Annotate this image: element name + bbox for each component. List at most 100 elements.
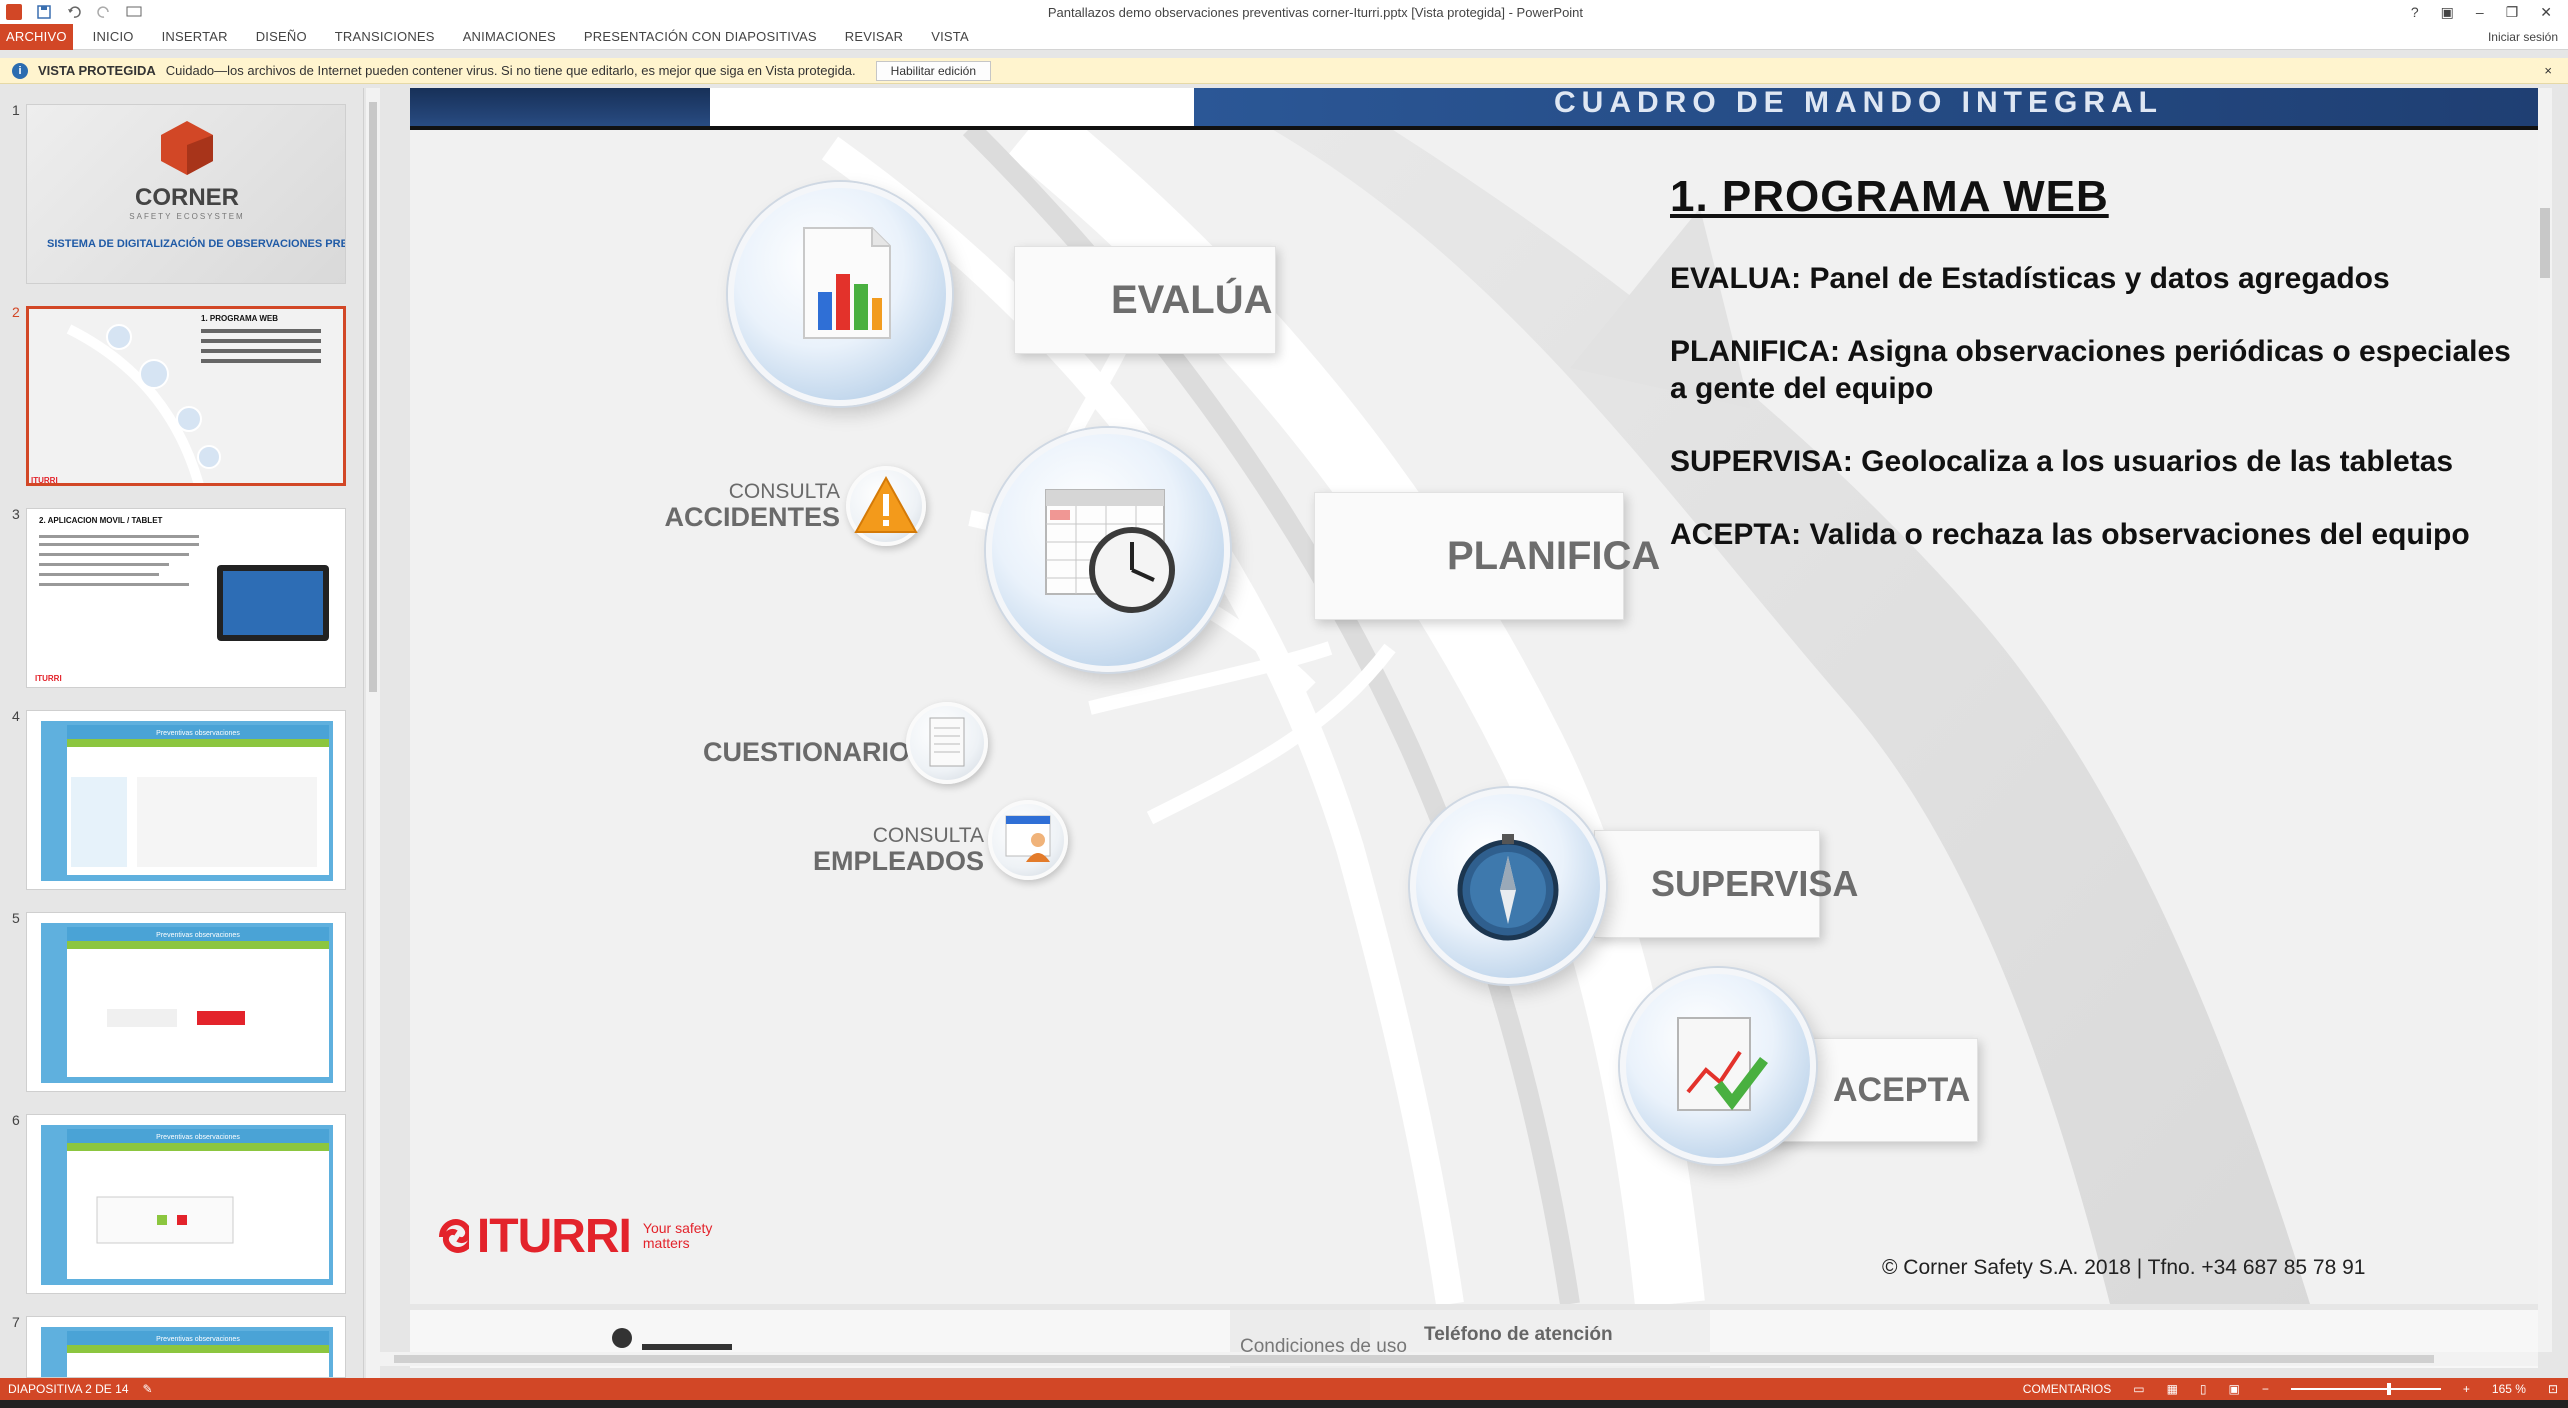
supervisa-node bbox=[1410, 788, 1606, 984]
slide-thumbnail-pane: 1 CORNER SAFETY ECOSYSTEM SISTEMA DE DIG… bbox=[0, 88, 380, 1380]
compass-icon bbox=[1457, 834, 1559, 941]
slideshow-icon[interactable]: ▣ bbox=[2229, 1382, 2240, 1396]
approve-report-icon bbox=[1677, 1017, 1768, 1111]
tab-diseno[interactable]: DISEÑO bbox=[242, 24, 321, 50]
telefono-atencion: Teléfono de atención bbox=[1424, 1324, 1613, 1345]
zoom-level[interactable]: 165 % bbox=[2492, 1382, 2526, 1396]
svg-text:Preventivas observaciones: Preventivas observaciones bbox=[156, 1134, 240, 1141]
supervisa-label: SUPERVISA bbox=[1651, 863, 1859, 904]
thumbnail-scrollbar[interactable] bbox=[366, 88, 380, 1378]
reading-view-icon[interactable]: ▯ bbox=[2200, 1382, 2207, 1396]
minimize-icon[interactable]: – bbox=[2476, 4, 2484, 21]
ribbon-tabs: ARCHIVO INICIO INSERTAR DISEÑO TRANSICIO… bbox=[0, 23, 2568, 50]
slide-header-band: CUADRO DE MANDO INTEGRAL bbox=[410, 88, 2538, 130]
tab-presentacion[interactable]: PRESENTACIÓN CON DIAPOSITIVAS bbox=[570, 24, 831, 50]
powerpoint-app-icon[interactable] bbox=[6, 4, 22, 20]
sign-in-link[interactable]: Iniciar sesión bbox=[2488, 30, 2568, 44]
bullet-acepta: ACEPTA: Valida o rechaza las observacion… bbox=[1670, 518, 2470, 551]
empleados-node bbox=[988, 800, 1068, 880]
zoom-in-icon[interactable]: + bbox=[2463, 1382, 2470, 1396]
bullet-evalua: EVALUA: Panel de Estadísticas y datos ag… bbox=[1670, 262, 2390, 295]
fit-slide-icon[interactable]: ⊡ bbox=[2548, 1382, 2558, 1396]
thumbnail-slide-1[interactable]: 1 CORNER SAFETY ECOSYSTEM SISTEMA DE DIG… bbox=[0, 88, 364, 288]
questionnaire-icon bbox=[929, 717, 965, 767]
tab-vista[interactable]: VISTA bbox=[917, 24, 983, 50]
ribbon-display-icon[interactable]: ▣ bbox=[2441, 4, 2454, 21]
close-icon[interactable]: ✕ bbox=[2540, 4, 2552, 21]
calendar-clock-icon bbox=[1045, 489, 1175, 613]
thumbnail-number: 1 bbox=[12, 102, 20, 118]
undo-icon[interactable] bbox=[66, 4, 82, 20]
evalua-label: EVALÚA bbox=[1111, 277, 1273, 322]
document-title: Pantallazos demo observaciones preventiv… bbox=[1047, 4, 1584, 20]
supervisa-label-box: SUPERVISA bbox=[1594, 830, 1858, 938]
restore-icon[interactable]: ❐ bbox=[2506, 4, 2519, 21]
tab-inicio[interactable]: INICIO bbox=[79, 24, 148, 50]
corner-sub: SAFETY ECOSYSTEM bbox=[129, 212, 244, 221]
horizontal-scrollbar[interactable] bbox=[380, 1352, 2538, 1366]
tab-archivo[interactable]: ARCHIVO bbox=[0, 23, 73, 50]
notes-icon[interactable]: ✎ bbox=[143, 1382, 153, 1396]
thumbnail-number: 4 bbox=[12, 708, 20, 724]
acepta-node bbox=[1620, 968, 1816, 1164]
thumbnail-slide-2[interactable]: 2 1. PROGRAMA WEB ITURRI bbox=[0, 290, 364, 490]
help-icon[interactable]: ? bbox=[2411, 4, 2419, 21]
zoom-out-icon[interactable]: − bbox=[2262, 1382, 2269, 1396]
svg-text:Preventivas observaciones: Preventivas observaciones bbox=[156, 1336, 240, 1343]
protected-view-bar: i VISTA PROTEGIDA Cuidado—los archivos d… bbox=[0, 58, 2568, 84]
thumbnail-slide-4[interactable]: 4 Preventivas observaciones bbox=[0, 694, 364, 894]
svg-text:Preventivas observaciones: Preventivas observaciones bbox=[156, 730, 240, 737]
iturri-symbol-icon bbox=[439, 1219, 469, 1253]
corner-brand: CORNER bbox=[135, 184, 239, 211]
protected-view-title: VISTA PROTEGIDA bbox=[38, 63, 156, 78]
employee-icon bbox=[1005, 815, 1051, 862]
slide-text-block: 1. PROGRAMA WEB EVALUA: Panel de Estadís… bbox=[1670, 172, 2520, 589]
protected-view-message: Cuidado—los archivos de Internet pueden … bbox=[165, 63, 856, 78]
bar-chart-icon bbox=[803, 227, 891, 339]
normal-view-icon[interactable]: ▭ bbox=[2133, 1382, 2144, 1396]
slide-counter[interactable]: DIAPOSITIVA 2 DE 14 bbox=[0, 1382, 129, 1396]
thumbnail-number: 5 bbox=[12, 910, 20, 926]
thumbnail-slide-7[interactable]: 7 Preventivas observaciones bbox=[0, 1300, 364, 1380]
slide-title: 1. PROGRAMA WEB bbox=[1670, 172, 2109, 221]
thumbnail-number: 2 bbox=[12, 304, 20, 320]
accidentes-node bbox=[846, 466, 926, 546]
svg-text:ITURRI: ITURRI bbox=[31, 476, 58, 485]
redo-icon[interactable] bbox=[96, 4, 112, 20]
thumbnail-slide-3[interactable]: 3 2. APLICACION MOVIL / TABLET ITURRI bbox=[0, 492, 364, 692]
comments-button[interactable]: COMENTARIOS bbox=[2023, 1382, 2111, 1396]
thumbnail-slide-5[interactable]: 5 Preventivas observaciones bbox=[0, 896, 364, 1096]
slide-editor: CUADRO DE MANDO INTEGRAL EVALÚA CONSULTA… bbox=[380, 88, 2552, 1368]
start-presentation-icon[interactable] bbox=[126, 4, 142, 20]
cuestionario-label: CUESTIONARIO bbox=[702, 737, 910, 767]
close-bar-icon[interactable]: × bbox=[2544, 63, 2568, 78]
cuestionario-node bbox=[906, 702, 988, 784]
tab-revisar[interactable]: REVISAR bbox=[831, 24, 917, 50]
vertical-scrollbar[interactable] bbox=[2538, 88, 2552, 1352]
tab-insertar[interactable]: INSERTAR bbox=[148, 24, 242, 50]
shield-info-icon: i bbox=[12, 62, 28, 79]
iturri-wordmark: ITURRI bbox=[476, 1209, 632, 1263]
slide-sorter-icon[interactable]: ▦ bbox=[2167, 1382, 2178, 1396]
bullet-supervisa: SUPERVISA: Geolocaliza a los usuarios de… bbox=[1670, 445, 2454, 478]
tab-animaciones[interactable]: ANIMACIONES bbox=[449, 24, 570, 50]
evalua-node bbox=[728, 182, 952, 406]
consulta-empleados-label: CONSULTA EMPLEADOS bbox=[812, 824, 984, 877]
slide3-title: 2. APLICACION MOVIL / TABLET bbox=[39, 516, 163, 525]
thumbnail-number: 6 bbox=[12, 1112, 20, 1128]
iturri-logo: ITURRI Your safety matters bbox=[434, 1200, 734, 1272]
current-slide[interactable]: CUADRO DE MANDO INTEGRAL EVALÚA CONSULTA… bbox=[410, 88, 2538, 1304]
planifica-label-box: PLANIFICA bbox=[1314, 492, 1660, 620]
save-icon[interactable] bbox=[36, 4, 52, 20]
zoom-slider[interactable] bbox=[2290, 1383, 2441, 1395]
svg-text:Preventivas observaciones: Preventivas observaciones bbox=[156, 932, 240, 939]
thumbnail-number: 3 bbox=[12, 506, 20, 522]
enable-editing-button[interactable]: Habilitar edición bbox=[875, 60, 992, 81]
tab-transiciones[interactable]: TRANSICIONES bbox=[321, 24, 449, 50]
bullet-planifica: PLANIFICA: Asigna observaciones periódic… bbox=[1670, 335, 2511, 405]
planifica-node bbox=[986, 428, 1230, 672]
taskbar-edge bbox=[0, 1400, 2568, 1408]
thumbnail-slide-6[interactable]: 6 Preventivas observaciones bbox=[0, 1098, 364, 1298]
acepta-label: ACEPTA bbox=[1833, 1070, 1971, 1109]
iturri-tagline: Your safety matters bbox=[642, 1220, 713, 1251]
